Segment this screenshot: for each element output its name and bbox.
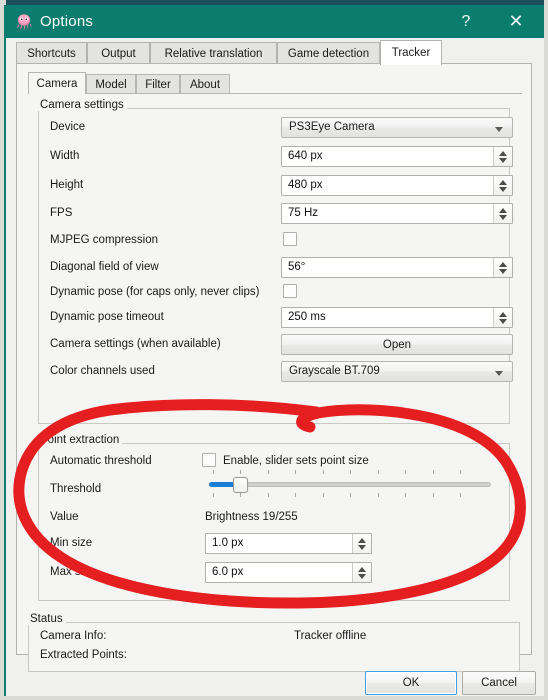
tracker-tab-page: Camera Model Filter About Camera setting… [16, 63, 532, 672]
opentrack-octopus-icon [16, 14, 32, 30]
dynamic-pose-checkbox[interactable] [283, 284, 297, 298]
spin-up-icon[interactable] [499, 207, 507, 213]
mjpeg-compression-checkbox[interactable] [283, 232, 297, 246]
subtab-camera[interactable]: Camera [28, 72, 86, 94]
min-size-spin-buttons[interactable] [352, 534, 371, 553]
ok-button[interactable]: OK [365, 671, 457, 695]
width-label: Width [50, 150, 80, 162]
spin-down-icon[interactable] [499, 186, 507, 192]
max-size-label: Max size [50, 566, 96, 578]
tracker-sub-tab-bar: Camera Model Filter About [28, 72, 522, 94]
fps-label: FPS [50, 207, 73, 219]
spin-up-icon[interactable] [358, 566, 366, 572]
spin-down-icon[interactable] [499, 157, 507, 163]
width-value: 640 px [288, 150, 323, 162]
device-combo-value: PS3Eye Camera [289, 121, 375, 133]
tab-output[interactable]: Output [87, 42, 150, 64]
dialog-client-area: Shortcuts Output Relative translation Ga… [6, 38, 544, 696]
threshold-label: Threshold [50, 483, 102, 495]
mjpeg-compression-label: MJPEG compression [50, 234, 159, 246]
dynamic-pose-timeout-label: Dynamic pose timeout [50, 311, 164, 323]
main-tab-bar: Shortcuts Output Relative translation Ga… [16, 40, 532, 65]
subtab-model[interactable]: Model [86, 74, 136, 94]
camera-settings-open-label: Camera settings (when available) [50, 338, 221, 350]
spin-down-icon[interactable] [499, 318, 507, 324]
diagonal-fov-spin-buttons[interactable] [493, 258, 512, 277]
close-button[interactable]: ✕ [496, 5, 536, 38]
color-channels-combo[interactable]: Grayscale BT.709 [281, 361, 513, 382]
extracted-points-label: Extracted Points: [40, 649, 127, 661]
camera-info-value: Tracker offline [294, 630, 367, 642]
spin-up-icon[interactable] [499, 311, 507, 317]
subtab-filter[interactable]: Filter [136, 74, 180, 94]
width-spinbox[interactable]: 640 px [281, 146, 513, 167]
options-window: Options ? ✕ Shortcuts Output Relative tr… [0, 0, 548, 700]
dynamic-pose-label: Dynamic pose (for caps only, never clips… [50, 286, 260, 298]
automatic-threshold-label: Automatic threshold [50, 455, 152, 467]
sub-tab-underline [28, 93, 522, 94]
fps-value: 75 Hz [288, 207, 319, 219]
tab-tracker[interactable]: Tracker [380, 40, 442, 65]
threshold-slider-groove [209, 482, 491, 487]
dynamic-pose-timeout-spin-buttons[interactable] [493, 308, 512, 327]
help-button[interactable]: ? [446, 5, 486, 38]
camera-settings-group-title: Camera settings [37, 99, 127, 111]
dynamic-pose-timeout-spinbox[interactable]: 250 ms [281, 307, 513, 328]
threshold-slider-handle[interactable] [233, 477, 248, 493]
chevron-down-icon [495, 371, 503, 376]
diagonal-fov-spinbox[interactable]: 56° [281, 257, 513, 278]
spin-up-icon[interactable] [358, 537, 366, 543]
subtab-about[interactable]: About [180, 74, 230, 94]
window-frame-right [544, 0, 548, 700]
threshold-slider[interactable] [205, 469, 493, 499]
chevron-down-icon [495, 127, 503, 132]
automatic-threshold-checkbox-label: Enable, slider sets point size [223, 455, 369, 467]
automatic-threshold-checkbox[interactable] [202, 453, 216, 467]
max-size-spinbox[interactable]: 6.0 px [205, 562, 372, 583]
window-frame-bottom [0, 696, 548, 700]
spin-down-icon[interactable] [499, 214, 507, 220]
spin-up-icon[interactable] [499, 150, 507, 156]
point-extraction-group-title: Point extraction [37, 434, 123, 446]
open-camera-settings-button[interactable]: Open [281, 334, 513, 355]
max-size-value: 6.0 px [212, 566, 244, 578]
tab-relative-translation[interactable]: Relative translation [150, 42, 277, 64]
window-title: Options [40, 13, 94, 30]
tab-game-detection[interactable]: Game detection [277, 42, 380, 64]
fps-spin-buttons[interactable] [493, 204, 512, 223]
dynamic-pose-timeout-value: 250 ms [288, 311, 326, 323]
diagonal-fov-label: Diagonal field of view [50, 261, 159, 273]
device-combo[interactable]: PS3Eye Camera [281, 117, 513, 138]
value-label: Value [50, 511, 79, 523]
spin-down-icon[interactable] [358, 573, 366, 579]
cancel-button[interactable]: Cancel [462, 671, 536, 695]
height-spin-buttons[interactable] [493, 176, 512, 195]
spin-down-icon[interactable] [499, 268, 507, 274]
width-spin-buttons[interactable] [493, 147, 512, 166]
fps-spinbox[interactable]: 75 Hz [281, 203, 513, 224]
min-size-label: Min size [50, 537, 93, 549]
spin-up-icon[interactable] [499, 179, 507, 185]
max-size-spin-buttons[interactable] [352, 563, 371, 582]
brightness-value: Brightness 19/255 [205, 511, 298, 523]
color-channels-value: Grayscale BT.709 [289, 365, 380, 377]
color-channels-label: Color channels used [50, 365, 155, 377]
status-group-title: Status [27, 613, 66, 625]
device-label: Device [50, 121, 86, 133]
camera-info-label: Camera Info: [40, 630, 107, 642]
height-label: Height [50, 179, 84, 191]
diagonal-fov-value: 56° [288, 261, 306, 273]
tab-shortcuts[interactable]: Shortcuts [16, 42, 87, 64]
title-bar: Options ? ✕ [6, 5, 544, 38]
min-size-spinbox[interactable]: 1.0 px [205, 533, 372, 554]
height-spinbox[interactable]: 480 px [281, 175, 513, 196]
height-value: 480 px [288, 179, 323, 191]
spin-down-icon[interactable] [358, 544, 366, 550]
spin-up-icon[interactable] [499, 261, 507, 267]
min-size-value: 1.0 px [212, 537, 244, 549]
